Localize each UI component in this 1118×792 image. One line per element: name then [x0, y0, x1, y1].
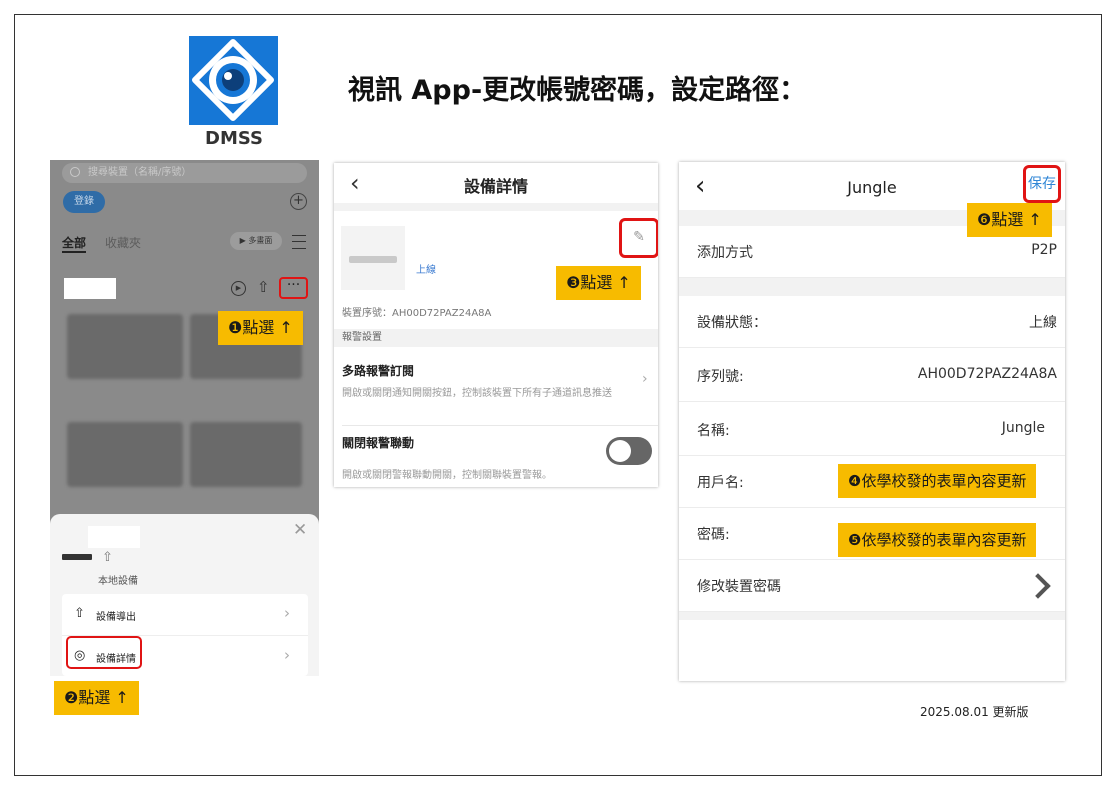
callout-step6: ❻點選 ↑: [967, 203, 1052, 237]
tab-all[interactable]: 全部: [62, 234, 86, 251]
serial-number: 裝置序號：AH00D72PAZ24A8A: [342, 308, 492, 319]
section-gap: [679, 278, 1065, 296]
chevron-right-icon: ›: [284, 604, 290, 622]
row-change-device-password[interactable]: 修改裝置密碼: [679, 560, 1065, 612]
redacted-device-name: [64, 278, 116, 299]
row-key: 設備狀態：: [697, 315, 767, 331]
callout-step4: ❹依學校發的表單內容更新: [838, 464, 1037, 498]
menu-icon[interactable]: [292, 235, 306, 249]
upload-icon: ⇧: [74, 606, 85, 621]
row-key: 序列號:: [697, 369, 744, 385]
tab-active-indicator: [62, 251, 86, 253]
device-list-screen: 搜尋裝置（名稱/序號） 登錄 + 全部 收藏夾 ▶ 多畫面 ▶ ⇧ ··· ✕ …: [50, 160, 319, 676]
section-header-alarm: 報警設置: [334, 329, 658, 347]
section-gap: [334, 203, 658, 211]
more-button[interactable]: ···: [279, 277, 308, 299]
callout-step3: ❸點選 ↑: [556, 266, 641, 300]
highlight-box: [66, 636, 142, 669]
row-name[interactable]: 名稱: Jungle: [679, 404, 1065, 456]
callout-step5: ❺依學校發的表單內容更新: [838, 523, 1037, 557]
device-edit-screen: ‹ Jungle 保存 添加方式 P2P 設備狀態： 上線 序列號: AH00D…: [679, 162, 1065, 681]
row-value: P2P: [1031, 242, 1057, 258]
logo-label: DMSS: [205, 128, 263, 149]
row-device-status: 設備狀態： 上線: [679, 296, 1065, 348]
chevron-right-icon: [1025, 573, 1051, 599]
chevron-right-icon[interactable]: ›: [642, 371, 648, 387]
alarm-linkage-toggle[interactable]: [606, 437, 652, 465]
play-icon[interactable]: ▶: [231, 281, 246, 296]
row-key: 密碼:: [697, 527, 730, 543]
multi-screen-button[interactable]: ▶ 多畫面: [230, 232, 282, 250]
login-button[interactable]: 登錄: [63, 191, 105, 213]
search-icon: [70, 167, 80, 177]
search-placeholder: 搜尋裝置（名稱/序號）: [88, 167, 192, 178]
row-value: AH00D72PAZ24A8A: [917, 366, 1057, 382]
page-title: 視訊 App-更改帳號密碼，設定路徑：: [348, 75, 807, 106]
section-gap: [679, 612, 1065, 620]
screen-title: 設備詳情: [463, 177, 528, 196]
callout-step2: ❷點選 ↑: [54, 681, 139, 715]
save-button[interactable]: 保存: [1023, 165, 1061, 203]
alarm-linkage-title: 關閉報警聯動: [342, 436, 415, 450]
camera-thumbnail[interactable]: [190, 422, 302, 487]
name-field[interactable]: Jungle: [1002, 420, 1045, 436]
chevron-right-icon: ›: [284, 646, 290, 664]
alarm-subscription-desc: 開啟或關閉通知開關按鈕，控制該裝置下所有子通道訊息推送: [342, 388, 612, 399]
row-key: 添加方式: [697, 245, 753, 261]
nvr-device-icon: [62, 554, 92, 560]
device-image: [341, 226, 405, 290]
callout-step1: ❶點選 ↑: [218, 311, 303, 345]
device-action-sheet: ✕ ⇧ 本地設備 ⇧ 設備導出 › ◎ 設備詳情 ›: [50, 514, 319, 676]
dmss-logo-icon: [189, 36, 278, 125]
device-details-screen: ‹ 設備詳情 上線 ✎ 裝置序號：AH00D72PAZ24A8A 報警設置 多路…: [334, 163, 658, 487]
divider: [342, 425, 658, 426]
row-serial-number: 序列號: AH00D72PAZ24A8A: [679, 350, 1065, 402]
share-icon[interactable]: ⇧: [257, 278, 270, 296]
alarm-linkage-desc: 開啟或關閉警報聯動開關，控制關聯裝置警報。: [342, 470, 552, 481]
row-key: 修改裝置密碼: [697, 579, 781, 595]
plus-circle-icon[interactable]: +: [290, 193, 307, 210]
menu-item-device-export[interactable]: ⇧ 設備導出 ›: [62, 594, 308, 634]
menu-item-label: 設備導出: [96, 612, 136, 623]
status-label: 上線: [416, 265, 436, 276]
alarm-subscription-title[interactable]: 多路報警訂閱: [342, 362, 414, 379]
camera-thumbnail[interactable]: [67, 422, 183, 487]
row-value: 上線: [1029, 315, 1057, 331]
local-device-label: 本地設備: [98, 576, 138, 587]
close-icon[interactable]: ✕: [293, 520, 307, 540]
tab-favorites[interactable]: 收藏夾: [105, 234, 141, 251]
edit-icon[interactable]: ✎: [619, 218, 658, 258]
redacted-device-name: [88, 526, 140, 548]
version-footer: 2025.08.01 更新版: [920, 705, 1029, 719]
search-input[interactable]: 搜尋裝置（名稱/序號）: [62, 163, 307, 183]
screen-title: Jungle: [847, 178, 897, 197]
camera-thumbnail[interactable]: [67, 314, 183, 379]
empty-area: [679, 620, 1065, 681]
row-key: 用戶名:: [697, 475, 744, 491]
upload-icon: ⇧: [102, 550, 113, 565]
row-key: 名稱:: [697, 423, 730, 439]
